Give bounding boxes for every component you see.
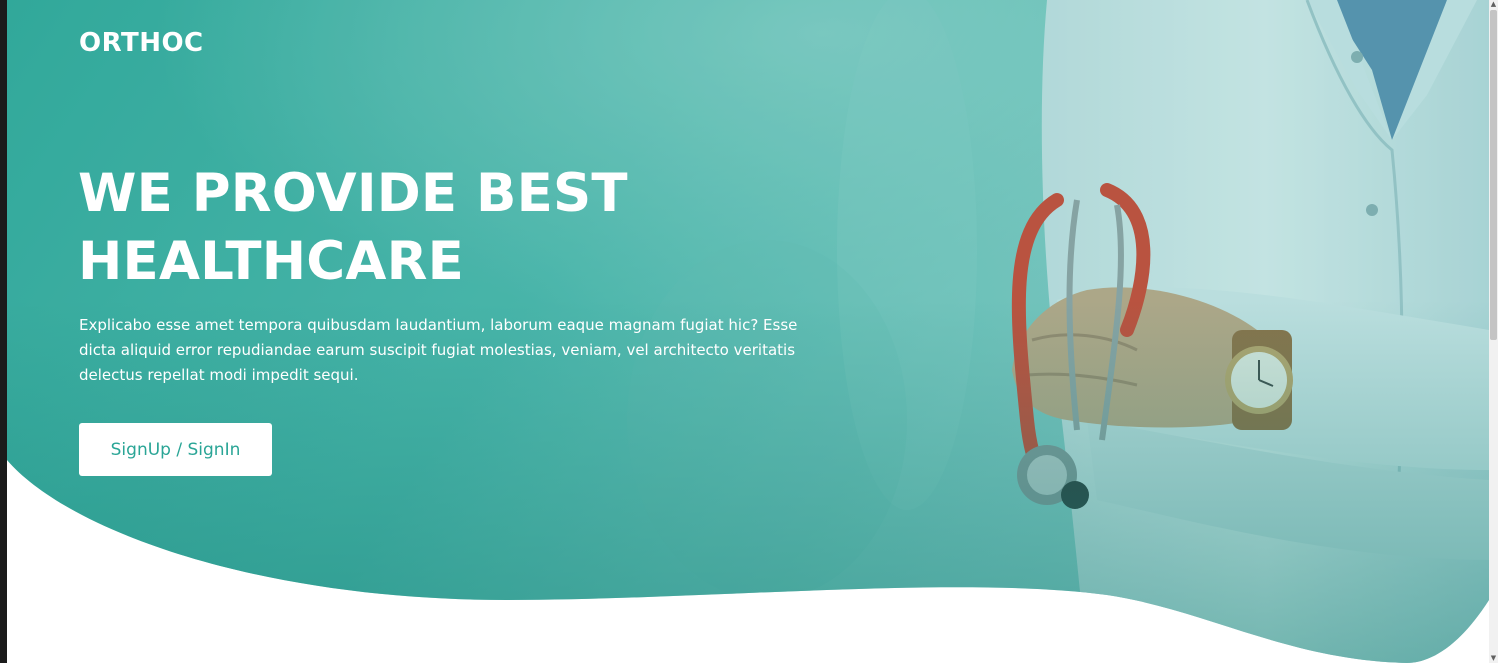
- signup-signin-button[interactable]: SignUp / SignIn: [79, 423, 272, 476]
- hero-title-line-1: WE PROVIDE BEST: [78, 163, 628, 224]
- scroll-down-icon[interactable]: ▼: [1489, 654, 1498, 663]
- window-edge: [0, 0, 7, 663]
- scrollbar-thumb[interactable]: [1490, 10, 1497, 340]
- hero-title: WE PROVIDE BEST HEALTHCARE: [78, 160, 718, 296]
- page-scrollbar[interactable]: ▲ ▼: [1489, 0, 1498, 663]
- hero-title-line-2: HEALTHCARE: [78, 231, 465, 292]
- hero-description: Explicabo esse amet tempora quibusdam la…: [79, 316, 798, 384]
- brand-logo[interactable]: ORTHOC: [79, 28, 204, 58]
- scroll-up-icon[interactable]: ▲: [1489, 0, 1498, 9]
